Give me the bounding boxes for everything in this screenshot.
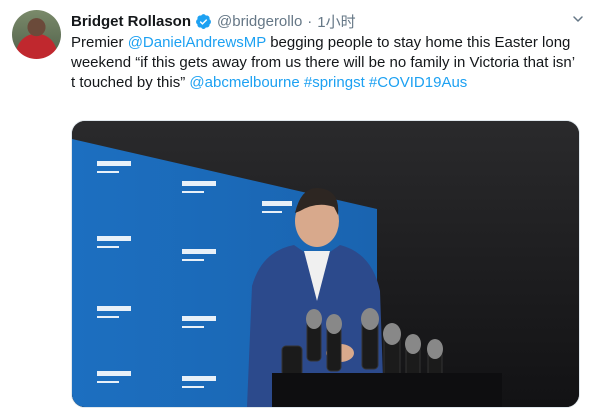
mention-link[interactable]: @DanielAndrewsMP [128,34,266,51]
tweet-media-photo[interactable] [71,120,580,408]
mention-link[interactable]: @abcmelbourne [189,74,299,91]
separator-dot: · [307,12,313,30]
tweet-text-part: Premier [71,34,128,51]
handle[interactable]: @bridgerollo [217,13,302,30]
avatar[interactable] [12,10,61,59]
display-name[interactable]: Bridget Rollason [71,13,191,30]
hashtag-link[interactable]: #springst [304,74,365,91]
chevron-down-icon[interactable] [571,12,585,31]
verified-badge-icon [195,13,212,30]
timestamp[interactable]: 1小时 [317,11,355,32]
press-conference-photo [72,121,579,407]
hashtag-link[interactable]: #COVID19Aus [369,74,467,91]
tweet-header: Bridget Rollason @bridgerollo · 1小时 [71,10,575,32]
tweet-text: Premier @DanielAndrewsMP begging people … [71,33,581,93]
tweet[interactable]: Bridget Rollason @bridgerollo · 1小时 Prem… [0,0,595,412]
